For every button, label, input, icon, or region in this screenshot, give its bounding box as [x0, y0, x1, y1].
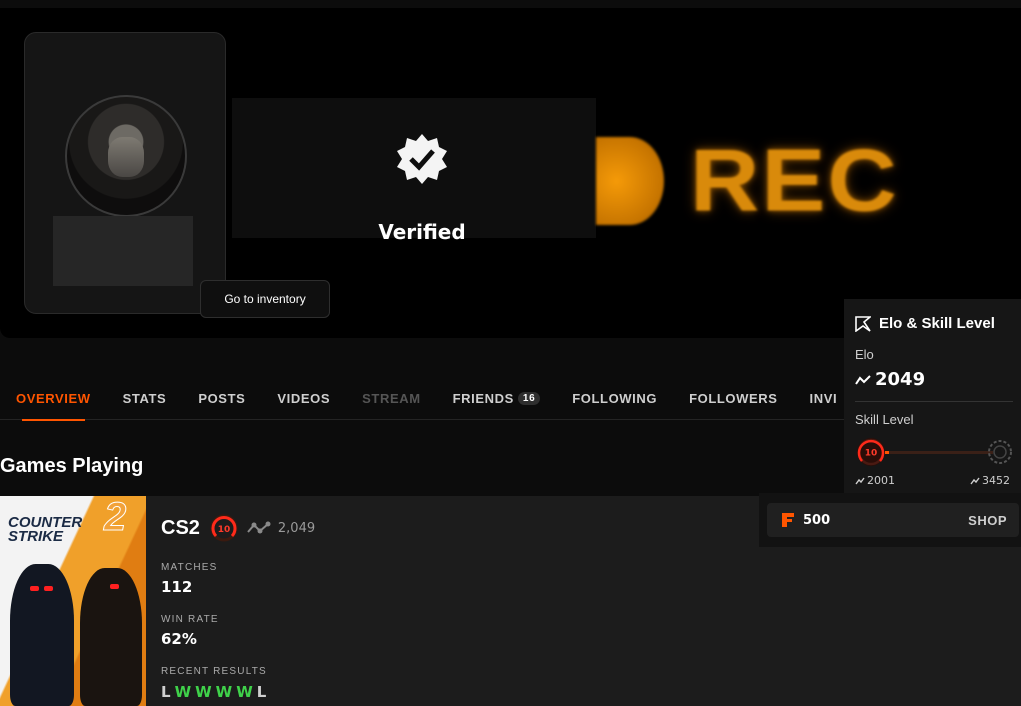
result-win: W — [195, 683, 212, 701]
soldier-eye — [110, 584, 119, 589]
shop-bar[interactable]: 500 SHOP — [767, 503, 1019, 537]
tab-label: FRIENDS — [452, 390, 514, 406]
tab-label: STREAM — [362, 390, 421, 406]
elo-number: 2049 — [875, 369, 926, 390]
banner-rec-graphic: REC — [596, 126, 899, 236]
cs2-logo-text: COUNTER STRIKE — [8, 514, 83, 545]
elo-icon — [247, 521, 271, 534]
cs2-logo-number: 2 — [103, 496, 127, 539]
avatar[interactable] — [65, 95, 187, 217]
points-balance: 500 — [803, 512, 831, 528]
tab-overview[interactable]: OVERVIEW — [0, 376, 107, 421]
tab-label: STATS — [122, 390, 167, 406]
range-max: 3452 — [970, 474, 1010, 487]
result-win: W — [174, 683, 192, 701]
tab-label: POSTS — [198, 390, 246, 406]
tab-friends[interactable]: FRIENDS 16 — [437, 376, 557, 420]
verified-block: Verified — [352, 132, 492, 244]
range-max-value: 3452 — [982, 474, 1010, 487]
skill-level-10-icon: 10 — [210, 514, 238, 542]
current-level-icon: 10 — [857, 438, 885, 466]
game-header: CS2 10 2,049 — [161, 514, 315, 542]
current-level-text: 10 — [865, 449, 878, 459]
result-win: W — [236, 683, 253, 701]
soldier-eye — [44, 586, 53, 591]
tab-following[interactable]: FOLLOWING — [556, 376, 673, 420]
games-playing-title: Games Playing — [0, 455, 144, 477]
win-rate-label: WIN RATE — [161, 614, 219, 625]
tab-posts[interactable]: POSTS — [182, 376, 261, 420]
rec-dot — [596, 137, 664, 225]
verified-label: Verified — [378, 220, 466, 244]
tab-label: FOLLOWING — [572, 390, 658, 406]
result-loss: L — [256, 683, 267, 701]
cs2-cover-art: COUNTER STRIKE 2 — [0, 496, 146, 706]
faceit-icon — [855, 315, 871, 332]
elo-value: 2049 — [855, 369, 925, 390]
level-ring-text: 10 — [218, 525, 231, 535]
verified-badge-icon — [397, 134, 447, 184]
soldier-figure — [10, 564, 74, 706]
elo-trend-icon — [970, 477, 980, 484]
challenger-level-icon — [988, 440, 1012, 464]
tab-stream: STREAM — [346, 376, 437, 420]
elo-label: Elo — [855, 347, 874, 362]
tab-label: OVERVIEW — [16, 390, 91, 406]
matches-value: 112 — [161, 578, 193, 596]
result-loss: L — [161, 683, 171, 701]
progress-track — [885, 451, 993, 454]
shop-link[interactable]: SHOP — [968, 513, 1007, 528]
elo-panel-title: Elo & Skill Level — [855, 315, 995, 332]
tab-label: FOLLOWERS — [689, 390, 778, 406]
win-rate-value: 62% — [161, 630, 197, 648]
skill-level-track: 10 — [855, 436, 1017, 466]
soldier-eye — [30, 586, 39, 591]
recent-results-label: RECENT RESULTS — [161, 666, 267, 677]
tab-followers[interactable]: FOLLOWERS — [673, 376, 793, 420]
skill-level-label: Skill Level — [855, 412, 914, 427]
elo-skill-panel: Elo & Skill Level Elo 2049 Skill Level 1… — [844, 299, 1021, 493]
matches-label: MATCHES — [161, 562, 218, 573]
rec-text: REC — [690, 131, 899, 230]
profile-tabs: OVERVIEW STATS POSTS VIDEOS STREAM FRIEN… — [0, 376, 845, 421]
shop-panel: 500 SHOP — [759, 493, 1021, 547]
faceit-points-icon — [782, 513, 794, 527]
tab-label: VIDEOS — [277, 390, 331, 406]
range-min: 2001 — [855, 474, 895, 487]
go-to-inventory-button[interactable]: Go to inventory — [200, 280, 330, 318]
game-name: CS2 — [161, 516, 200, 539]
profile-card — [24, 32, 226, 314]
avatar-face — [108, 137, 144, 177]
elo-trend-icon — [855, 477, 865, 484]
game-elo-value: 2,049 — [277, 520, 316, 536]
progress-fill — [885, 451, 889, 454]
tab-stats[interactable]: STATS — [107, 376, 183, 420]
range-min-value: 2001 — [867, 474, 895, 487]
cs2-logo: COUNTER STRIKE 2 — [8, 497, 127, 545]
recent-results: L W W W W L — [161, 683, 266, 701]
elo-title-text: Elo & Skill Level — [879, 315, 995, 332]
nickname-placeholder — [53, 216, 193, 286]
divider — [855, 401, 1013, 402]
result-win: W — [215, 683, 233, 701]
tab-label: INVI — [809, 390, 838, 406]
soldier-figure — [80, 568, 142, 706]
tab-videos[interactable]: VIDEOS — [261, 376, 346, 420]
friends-count-badge: 16 — [517, 391, 541, 405]
elo-trend-icon — [855, 374, 871, 385]
